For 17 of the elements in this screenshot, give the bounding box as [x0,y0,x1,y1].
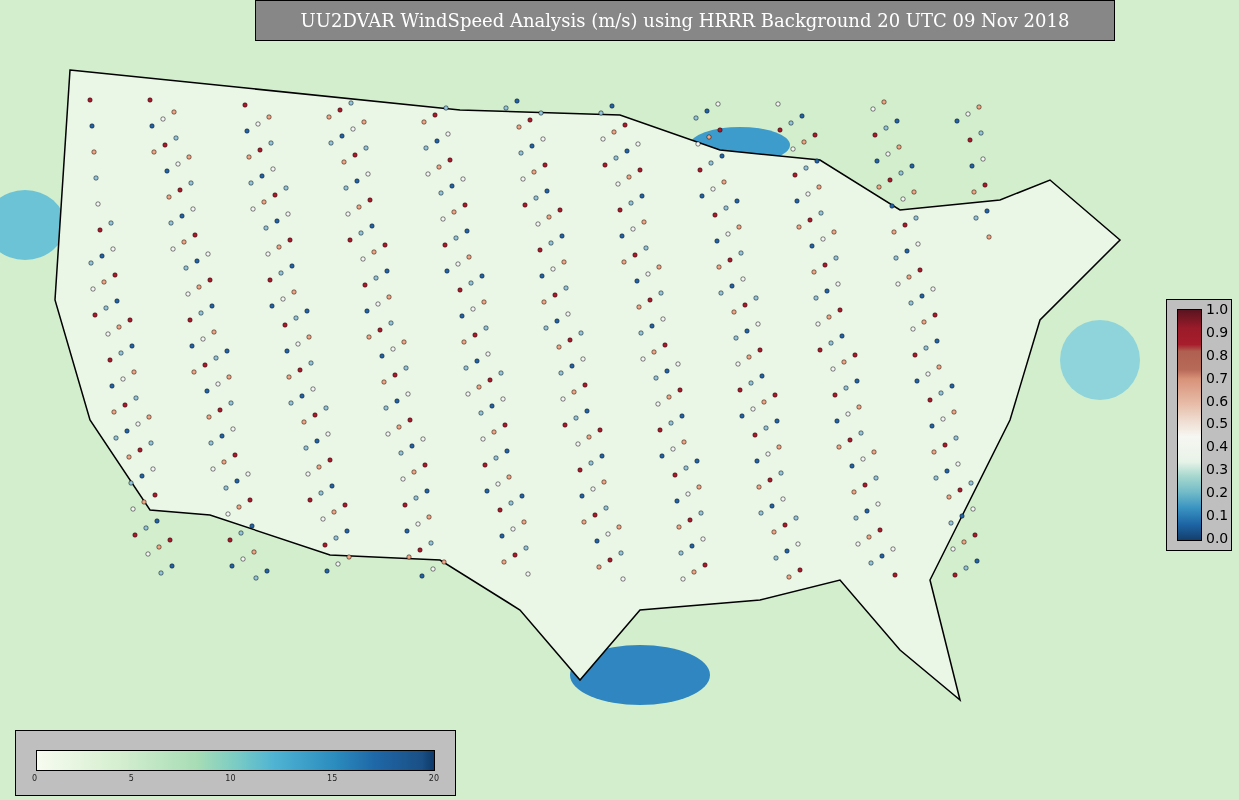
tick-label: 0.4 [1206,440,1229,454]
tick-label: 0 [32,774,38,784]
tick-label: 0.3 [1206,463,1229,477]
tick-label: 20 [428,774,439,784]
tick-label: 0.1 [1206,509,1229,522]
tick-label: 0.9 [1206,325,1229,339]
tick-label: 5 [128,774,134,784]
tick-label: 10 [225,774,236,784]
tick-label: 1.0 [1206,303,1229,316]
tick-label: 15 [327,774,338,784]
tick-label: 0.2 [1206,486,1229,500]
tick-label: 0.8 [1206,348,1229,362]
tick-label: 0.0 [1206,531,1229,545]
tick-label: 0.7 [1206,371,1229,385]
tick-label: 0.6 [1206,394,1229,408]
chart-title: UU2DVAR WindSpeed Analysis (m/s) using HRRR Background 20 UTC 09 Nov 2018 [255,0,1115,41]
tick-label: 0.5 [1206,417,1229,431]
